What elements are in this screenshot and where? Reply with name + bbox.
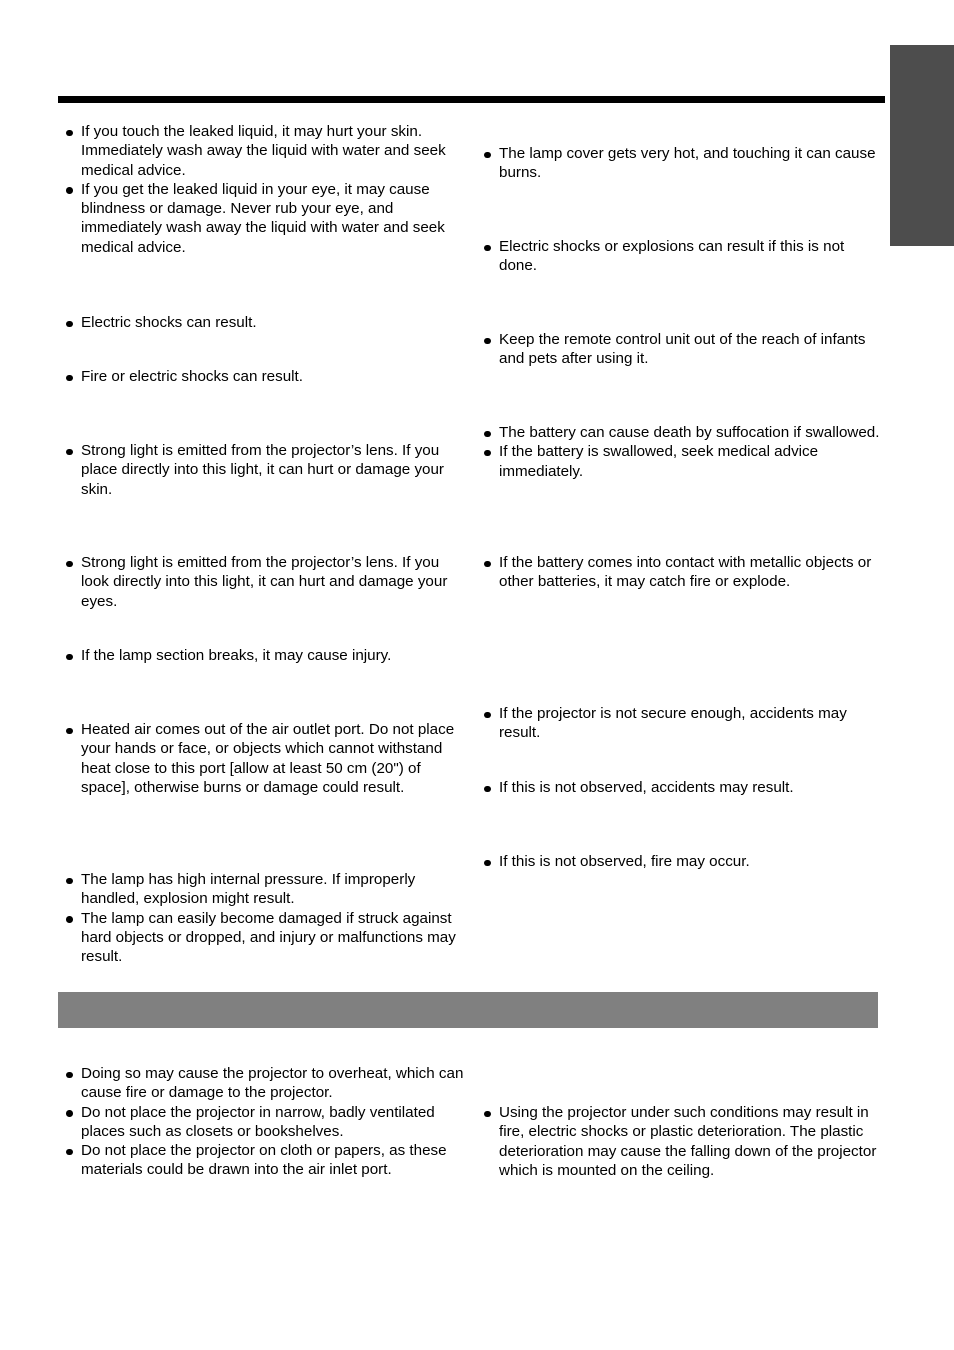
bullet-item: The battery can cause death by suffocati… [484, 423, 884, 442]
bullet-item: Fire or electric shocks can result. [66, 367, 466, 386]
bullet-item: If this is not observed, fire may occur. [484, 852, 884, 871]
bullet-list: If the battery comes into contact with m… [484, 553, 884, 592]
bullet-item: Strong light is emitted from the project… [66, 553, 466, 611]
bullet-list: Heated air comes out of the air outlet p… [66, 720, 466, 797]
bullet-list: The battery can cause death by suffocati… [484, 423, 884, 481]
bullet-block-electric-shocks: Electric shocks can result. [66, 313, 466, 332]
bullet-item: Using the projector under such condition… [484, 1103, 884, 1180]
bullet-item: If you get the leaked liquid in your eye… [66, 180, 466, 257]
bullet-item: If the battery comes into contact with m… [484, 553, 884, 592]
bullet-list: Doing so may cause the projector to over… [66, 1064, 466, 1180]
bullet-block-strong-light-eyes: Strong light is emitted from the project… [66, 553, 466, 611]
bullet-item: The lamp cover gets very hot, and touchi… [484, 144, 884, 183]
bullet-block-lamp-section-breaks: If the lamp section breaks, it may cause… [66, 646, 466, 665]
document-page: If you touch the leaked liquid, it may h… [0, 0, 954, 1350]
bullet-list: If the lamp section breaks, it may cause… [66, 646, 466, 665]
bullet-block-overheat-ventilation: Doing so may cause the projector to over… [66, 1064, 466, 1180]
bullet-list: If this is not observed, fire may occur. [484, 852, 884, 871]
bullet-list: If this is not observed, accidents may r… [484, 778, 884, 797]
bullet-block-leaked-liquid: If you touch the leaked liquid, it may h… [66, 122, 466, 257]
bullet-list: Electric shocks or explosions can result… [484, 237, 884, 276]
bullet-block-not-observed-fire: If this is not observed, fire may occur. [484, 852, 884, 871]
bullet-block-projector-not-secure: If the projector is not secure enough, a… [484, 704, 884, 743]
bullet-item: If the battery is swallowed, seek medica… [484, 442, 884, 481]
gray-section-band [58, 992, 878, 1028]
bullet-item: If you touch the leaked liquid, it may h… [66, 122, 466, 180]
bullet-list: Strong light is emitted from the project… [66, 441, 466, 499]
bullet-block-not-observed-accidents: If this is not observed, accidents may r… [484, 778, 884, 797]
bullet-block-battery-metallic-contact: If the battery comes into contact with m… [484, 553, 884, 592]
bullet-block-such-conditions-deterioration: Using the projector under such condition… [484, 1103, 884, 1180]
bullet-list: The lamp has high internal pressure. If … [66, 870, 466, 966]
bullet-item: Electric shocks can result. [66, 313, 466, 332]
bullet-block-lamp-cover-hot: The lamp cover gets very hot, and touchi… [484, 144, 884, 183]
bullet-item: Doing so may cause the projector to over… [66, 1064, 466, 1103]
bullet-item: Electric shocks or explosions can result… [484, 237, 884, 276]
bullet-item: If the lamp section breaks, it may cause… [66, 646, 466, 665]
bullet-block-battery-suffocation: The battery can cause death by suffocati… [484, 423, 884, 481]
bullet-list: Strong light is emitted from the project… [66, 553, 466, 611]
bullet-list: The lamp cover gets very hot, and touchi… [484, 144, 884, 183]
bullet-list: Electric shocks can result. [66, 313, 466, 332]
side-tab [890, 45, 954, 246]
bullet-block-lamp-pressure-damage: The lamp has high internal pressure. If … [66, 870, 466, 966]
bullet-list: Keep the remote control unit out of the … [484, 330, 884, 369]
bullet-list: Using the projector under such condition… [484, 1103, 884, 1180]
bullet-item: Do not place the projector in narrow, ba… [66, 1103, 466, 1142]
bullet-list: Fire or electric shocks can result. [66, 367, 466, 386]
bullet-item: Do not place the projector on cloth or p… [66, 1141, 466, 1180]
bullet-block-remote-control-reach: Keep the remote control unit out of the … [484, 330, 884, 369]
bullet-item: The lamp has high internal pressure. If … [66, 870, 466, 909]
bullet-list: If the projector is not secure enough, a… [484, 704, 884, 743]
bullet-block-strong-light-skin: Strong light is emitted from the project… [66, 441, 466, 499]
bullet-item: If this is not observed, accidents may r… [484, 778, 884, 797]
bullet-item: The lamp can easily become damaged if st… [66, 909, 466, 967]
bullet-block-heated-air-outlet: Heated air comes out of the air outlet p… [66, 720, 466, 797]
bullet-item: Heated air comes out of the air outlet p… [66, 720, 466, 797]
bullet-list: If you touch the leaked liquid, it may h… [66, 122, 466, 257]
bullet-block-fire-or-electric-shocks: Fire or electric shocks can result. [66, 367, 466, 386]
bullet-item: If the projector is not secure enough, a… [484, 704, 884, 743]
bullet-block-electric-shocks-explosions: Electric shocks or explosions can result… [484, 237, 884, 276]
top-rule-divider [58, 96, 885, 103]
bullet-item: Strong light is emitted from the project… [66, 441, 466, 499]
bullet-item: Keep the remote control unit out of the … [484, 330, 884, 369]
